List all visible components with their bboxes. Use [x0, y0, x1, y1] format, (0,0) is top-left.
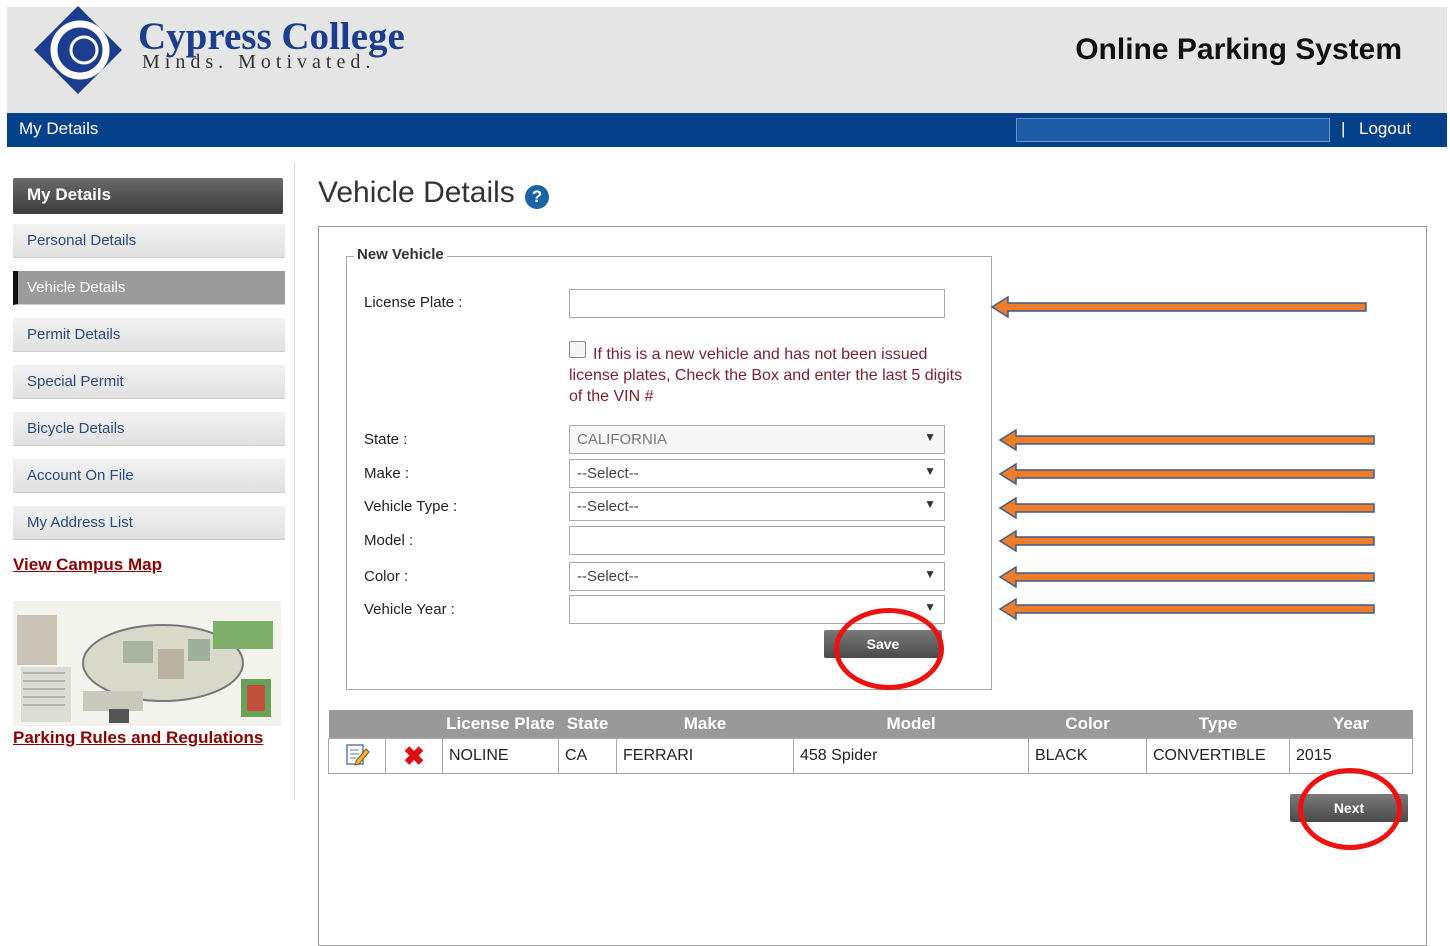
cell-state: CA: [558, 738, 617, 774]
annotation-circle-save: [834, 608, 944, 690]
annotation-arrow-icon: [998, 566, 1375, 588]
system-title: Online Parking System: [1075, 33, 1402, 66]
header-color: Color: [1028, 710, 1147, 739]
nav-title[interactable]: My Details: [19, 119, 98, 139]
vehicle-type-label: Vehicle Type :: [364, 498, 458, 515]
sidebar-item-personal-details[interactable]: Personal Details: [13, 224, 285, 258]
vehicle-year-label: Vehicle Year :: [364, 601, 455, 618]
make-select-value: --Select--: [577, 465, 639, 482]
sidebar-item-account-on-file[interactable]: Account On File: [13, 459, 285, 493]
edit-cell[interactable]: [328, 738, 386, 774]
logo-tagline: Minds. Motivated.: [142, 51, 376, 73]
cell-model: 458 Spider: [793, 738, 1029, 774]
sidebar-item-permit-details[interactable]: Permit Details: [13, 318, 285, 352]
annotation-arrow-icon: [998, 497, 1375, 519]
annotation-arrow-icon: [998, 598, 1375, 620]
edit-icon[interactable]: [344, 741, 370, 767]
make-label: Make :: [364, 465, 410, 482]
logout-link[interactable]: Logout: [1359, 119, 1411, 139]
nav-separator: |: [1341, 119, 1346, 138]
sidebar-divider: [294, 162, 295, 800]
header-make: Make: [616, 710, 794, 739]
vehicles-table: License Plate State Make Model Color Typ…: [328, 710, 1413, 774]
vehicle-type-select-value: --Select--: [577, 498, 639, 515]
sidebar-item-bicycle-details[interactable]: Bicycle Details: [13, 412, 285, 446]
parking-rules-link[interactable]: Parking Rules and Regulations: [13, 728, 263, 748]
fieldset-legend: New Vehicle: [354, 246, 447, 263]
vehicle-type-select[interactable]: --Select-- ▼: [569, 492, 945, 521]
dropdown-arrow-icon: ▼: [924, 430, 936, 444]
color-select[interactable]: --Select-- ▼: [569, 562, 945, 591]
header-year: Year: [1289, 710, 1413, 739]
cell-type: CONVERTIBLE: [1146, 738, 1290, 774]
header-edit: [328, 710, 386, 739]
dropdown-arrow-icon: ▼: [924, 567, 936, 581]
sidebar-heading: My Details: [13, 178, 283, 214]
state-select-value: CALIFORNIA: [577, 431, 668, 448]
sidebar-item-my-address-list[interactable]: My Address List: [13, 506, 285, 540]
header-state: State: [558, 710, 617, 739]
cell-make: FERRARI: [616, 738, 794, 774]
model-label: Model :: [364, 532, 414, 549]
view-campus-map-link[interactable]: View Campus Map: [13, 555, 162, 575]
campus-map-thumbnail[interactable]: [13, 601, 281, 726]
model-input[interactable]: [569, 526, 945, 555]
vin-note-text: If this is a new vehicle and has not bee…: [569, 346, 963, 405]
annotation-circle-next: [1298, 768, 1402, 850]
license-plate-input[interactable]: [569, 289, 945, 318]
cell-license-plate: NOLINE: [442, 738, 559, 774]
sidebar-item-vehicle-details[interactable]: Vehicle Details: [13, 271, 285, 305]
table-header-row: License Plate State Make Model Color Typ…: [328, 710, 1413, 739]
annotation-arrow-icon: [998, 429, 1375, 451]
color-label: Color :: [364, 568, 409, 585]
color-select-value: --Select--: [577, 568, 639, 585]
header-type: Type: [1146, 710, 1290, 739]
dropdown-arrow-icon: ▼: [924, 497, 936, 511]
top-nav-bar: My Details | Logout: [7, 113, 1447, 147]
header-delete: [385, 710, 443, 739]
help-icon[interactable]: ?: [525, 185, 549, 209]
table-row: ✖ NOLINE CA FERRARI 458 Spider BLACK CON…: [328, 738, 1413, 774]
sidebar-item-special-permit[interactable]: Special Permit: [13, 365, 285, 399]
delete-icon[interactable]: ✖: [403, 741, 425, 771]
license-plate-label: License Plate :: [364, 294, 463, 311]
cell-color: BLACK: [1028, 738, 1147, 774]
page-title: Vehicle Details: [318, 176, 515, 209]
dropdown-arrow-icon: ▼: [924, 600, 936, 614]
annotation-arrow-icon: [990, 296, 1367, 318]
header-model: Model: [793, 710, 1029, 739]
dropdown-arrow-icon: ▼: [924, 464, 936, 478]
user-name-box: [1016, 118, 1330, 142]
header-license-plate: License Plate: [442, 710, 559, 739]
annotation-arrow-icon: [998, 463, 1375, 485]
delete-cell[interactable]: ✖: [385, 738, 443, 774]
cypress-college-logo-icon: [34, 6, 122, 94]
state-label: State :: [364, 431, 408, 448]
annotation-arrow-icon: [998, 530, 1375, 552]
state-select[interactable]: CALIFORNIA ▼: [569, 425, 945, 454]
make-select[interactable]: --Select-- ▼: [569, 459, 945, 488]
